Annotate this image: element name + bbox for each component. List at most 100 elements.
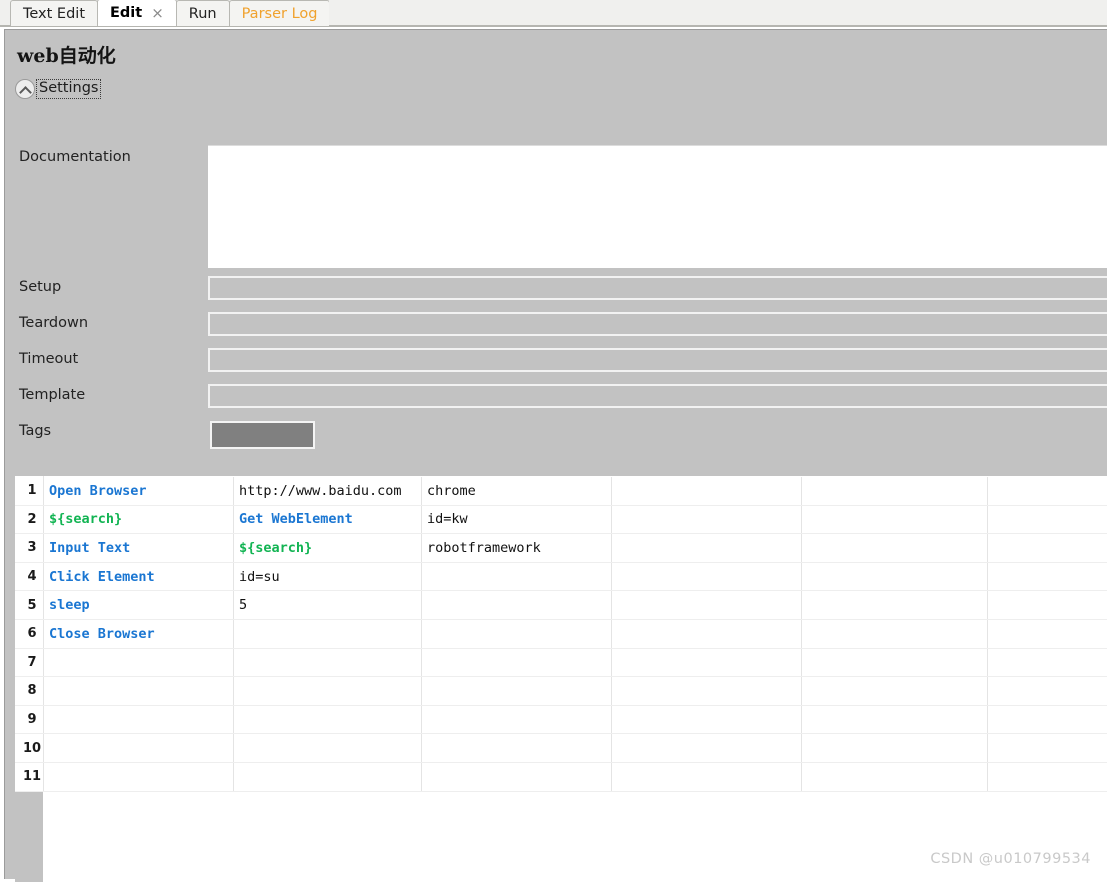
keyword-grid[interactable]: 1Open Browserhttp://www.baidu.comchrome2… [15,464,1107,882]
table-row[interactable]: 6Close Browser [16,619,1107,648]
row-number[interactable]: 5 [16,591,44,620]
teardown-input[interactable] [208,312,1107,336]
close-icon[interactable]: × [151,6,164,21]
table-cell[interactable] [612,677,802,706]
documentation-input[interactable] [208,145,1107,268]
table-row[interactable]: 9 [16,705,1107,734]
table-row[interactable]: 10 [16,734,1107,763]
table-cell[interactable] [802,762,988,791]
table-cell[interactable] [422,705,612,734]
tab-parser-log[interactable]: Parser Log [229,0,331,26]
table-cell[interactable] [44,677,234,706]
table-cell[interactable]: id=kw [422,505,612,534]
table-cell[interactable]: http://www.baidu.com [234,477,422,506]
table-cell[interactable] [988,619,1107,648]
table-cell[interactable] [422,762,612,791]
table-cell[interactable] [802,677,988,706]
table-cell[interactable] [988,534,1107,563]
table-cell[interactable] [988,762,1107,791]
table-cell[interactable] [234,619,422,648]
table-cell[interactable] [988,648,1107,677]
row-number[interactable]: 4 [16,562,44,591]
table-cell[interactable] [988,591,1107,620]
row-number[interactable]: 1 [16,477,44,506]
table-cell[interactable] [234,648,422,677]
table-row[interactable]: 1Open Browserhttp://www.baidu.comchrome [16,477,1107,506]
table-cell[interactable] [612,648,802,677]
row-number[interactable]: 3 [16,534,44,563]
table-cell[interactable] [234,677,422,706]
table-cell[interactable] [802,591,988,620]
row-number[interactable]: 8 [16,677,44,706]
template-input[interactable] [208,384,1107,408]
table-cell[interactable] [44,705,234,734]
table-cell[interactable]: 5 [234,591,422,620]
table-cell[interactable]: Input Text [44,534,234,563]
table-cell[interactable] [44,762,234,791]
tab-run[interactable]: Run [176,0,230,26]
table-cell[interactable] [802,562,988,591]
table-cell[interactable] [234,705,422,734]
table-cell[interactable]: Get WebElement [234,505,422,534]
table-cell[interactable] [988,734,1107,763]
table-row[interactable]: 4Click Elementid=su [16,562,1107,591]
row-number[interactable]: 11 [16,762,44,791]
table-cell[interactable] [612,591,802,620]
row-number[interactable]: 10 [16,734,44,763]
table-cell[interactable]: chrome [422,477,612,506]
table-cell[interactable] [422,562,612,591]
table-cell[interactable]: Close Browser [44,619,234,648]
table-cell[interactable] [422,677,612,706]
table-cell[interactable] [802,477,988,506]
keyword-table[interactable]: 1Open Browserhttp://www.baidu.comchrome2… [15,476,1107,792]
table-cell[interactable] [988,562,1107,591]
table-cell[interactable]: Click Element [44,562,234,591]
table-cell[interactable] [612,762,802,791]
tags-input[interactable] [210,421,315,449]
table-cell[interactable]: ${search} [44,505,234,534]
table-cell[interactable] [612,705,802,734]
table-cell[interactable] [802,705,988,734]
table-cell[interactable] [802,734,988,763]
table-cell[interactable] [612,505,802,534]
setup-input[interactable] [208,276,1107,300]
table-cell[interactable]: sleep [44,591,234,620]
timeout-input[interactable] [208,348,1107,372]
table-row[interactable]: 8 [16,677,1107,706]
table-cell[interactable]: id=su [234,562,422,591]
table-cell[interactable] [44,648,234,677]
table-cell[interactable] [612,734,802,763]
table-cell[interactable] [988,505,1107,534]
table-row[interactable]: 7 [16,648,1107,677]
table-cell[interactable]: ${search} [234,534,422,563]
table-cell[interactable]: Open Browser [44,477,234,506]
table-row[interactable]: 2${search}Get WebElementid=kw [16,505,1107,534]
table-cell[interactable] [44,734,234,763]
settings-label[interactable]: Settings [36,79,101,99]
table-cell[interactable] [802,534,988,563]
table-cell[interactable] [422,591,612,620]
table-cell[interactable] [612,534,802,563]
table-cell[interactable] [988,677,1107,706]
table-cell[interactable] [612,619,802,648]
table-cell[interactable] [802,505,988,534]
table-cell[interactable] [234,734,422,763]
table-row[interactable]: 3Input Text${search}robotframework [16,534,1107,563]
table-cell[interactable] [802,648,988,677]
table-cell[interactable] [422,619,612,648]
table-cell[interactable] [234,762,422,791]
table-cell[interactable] [612,477,802,506]
table-cell[interactable] [612,562,802,591]
table-cell[interactable] [988,477,1107,506]
row-number[interactable]: 9 [16,705,44,734]
table-row[interactable]: 5sleep5 [16,591,1107,620]
tab-text-edit[interactable]: Text Edit [10,0,98,26]
table-cell[interactable] [802,619,988,648]
table-row[interactable]: 11 [16,762,1107,791]
chevron-up-icon[interactable] [15,79,35,99]
row-number[interactable]: 2 [16,505,44,534]
tab-edit[interactable]: Edit× [97,0,177,26]
table-cell[interactable] [422,648,612,677]
table-cell[interactable] [988,705,1107,734]
table-cell[interactable] [422,734,612,763]
